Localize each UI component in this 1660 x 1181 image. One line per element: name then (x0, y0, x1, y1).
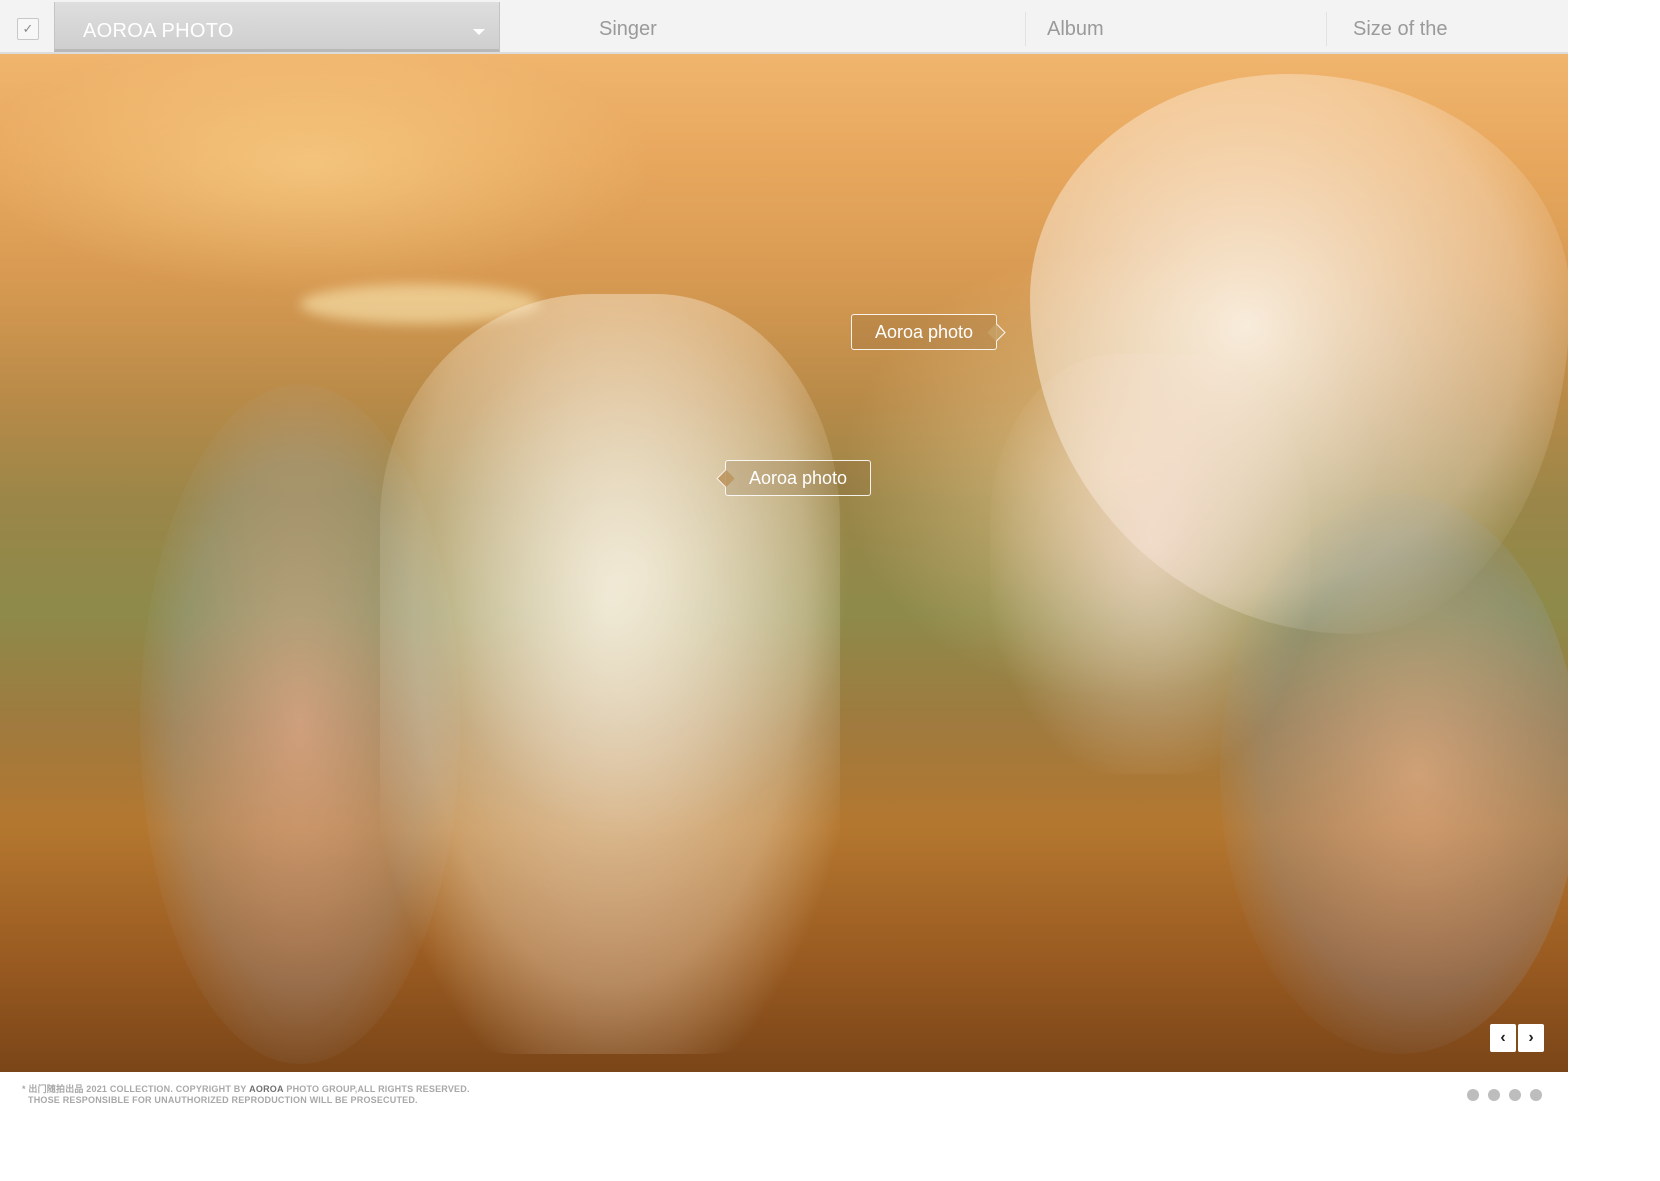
sunlight-glow (0, 54, 660, 294)
photo-tag-label: Aoroa photo (874, 321, 974, 342)
column-header-bar: ✓ AOROA PHOTO Singer Album Size of the (0, 0, 1568, 54)
photo-tag-groom[interactable]: Aoroa photo (725, 460, 871, 496)
pagination-dot[interactable] (1530, 1089, 1542, 1101)
copyright-suffix: PHOTO GROUP,ALL RIGHTS RESERVED. (283, 1084, 470, 1094)
copyright-prefix: * 出门随拍出品 2021 COLLECTION. COPYRIGHT BY (22, 1084, 250, 1094)
column-header-singer[interactable]: Singer (599, 18, 657, 41)
pagination-dot[interactable] (1488, 1089, 1500, 1101)
copyright-line: * 出门随拍出品 2021 COLLECTION. COPYRIGHT BY A… (22, 1082, 470, 1095)
photo-tag-bride[interactable]: Aoroa photo (851, 314, 997, 350)
page: ✓ AOROA PHOTO Singer Album Size of the A… (0, 0, 1568, 1115)
footer: * 出门随拍出品 2021 COLLECTION. COPYRIGHT BY A… (0, 1072, 1568, 1115)
column-header-album[interactable]: Album (1047, 18, 1104, 41)
reproduction-warning: THOSE RESPONSIBLE FOR UNAUTHORIZED REPRO… (28, 1095, 418, 1105)
pagination-dot[interactable] (1467, 1089, 1479, 1101)
column-divider (1025, 12, 1026, 46)
select-all-checkbox[interactable]: ✓ (17, 18, 39, 40)
brand-dropdown-label: AOROA PHOTO (83, 20, 234, 42)
chevron-down-icon (473, 29, 485, 35)
pagination-dot[interactable] (1509, 1089, 1521, 1101)
copyright-brand: AOROA (249, 1084, 284, 1094)
pagination-dots (1467, 1089, 1542, 1101)
wedding-photo: Aoroa photo Aoroa photo ‹ › (0, 54, 1568, 1072)
photo-tag-label: Aoroa photo (748, 467, 848, 488)
prev-arrow-icon[interactable]: ‹ (1490, 1024, 1516, 1052)
next-arrow-icon[interactable]: › (1518, 1024, 1544, 1052)
column-divider (1326, 12, 1327, 46)
groom-figure (380, 294, 840, 1054)
right-flower-arrangement (1220, 494, 1568, 1054)
column-header-size[interactable]: Size of the (1353, 18, 1448, 41)
photo-nav: ‹ › (1490, 1024, 1544, 1052)
brand-dropdown[interactable]: AOROA PHOTO (54, 2, 500, 52)
